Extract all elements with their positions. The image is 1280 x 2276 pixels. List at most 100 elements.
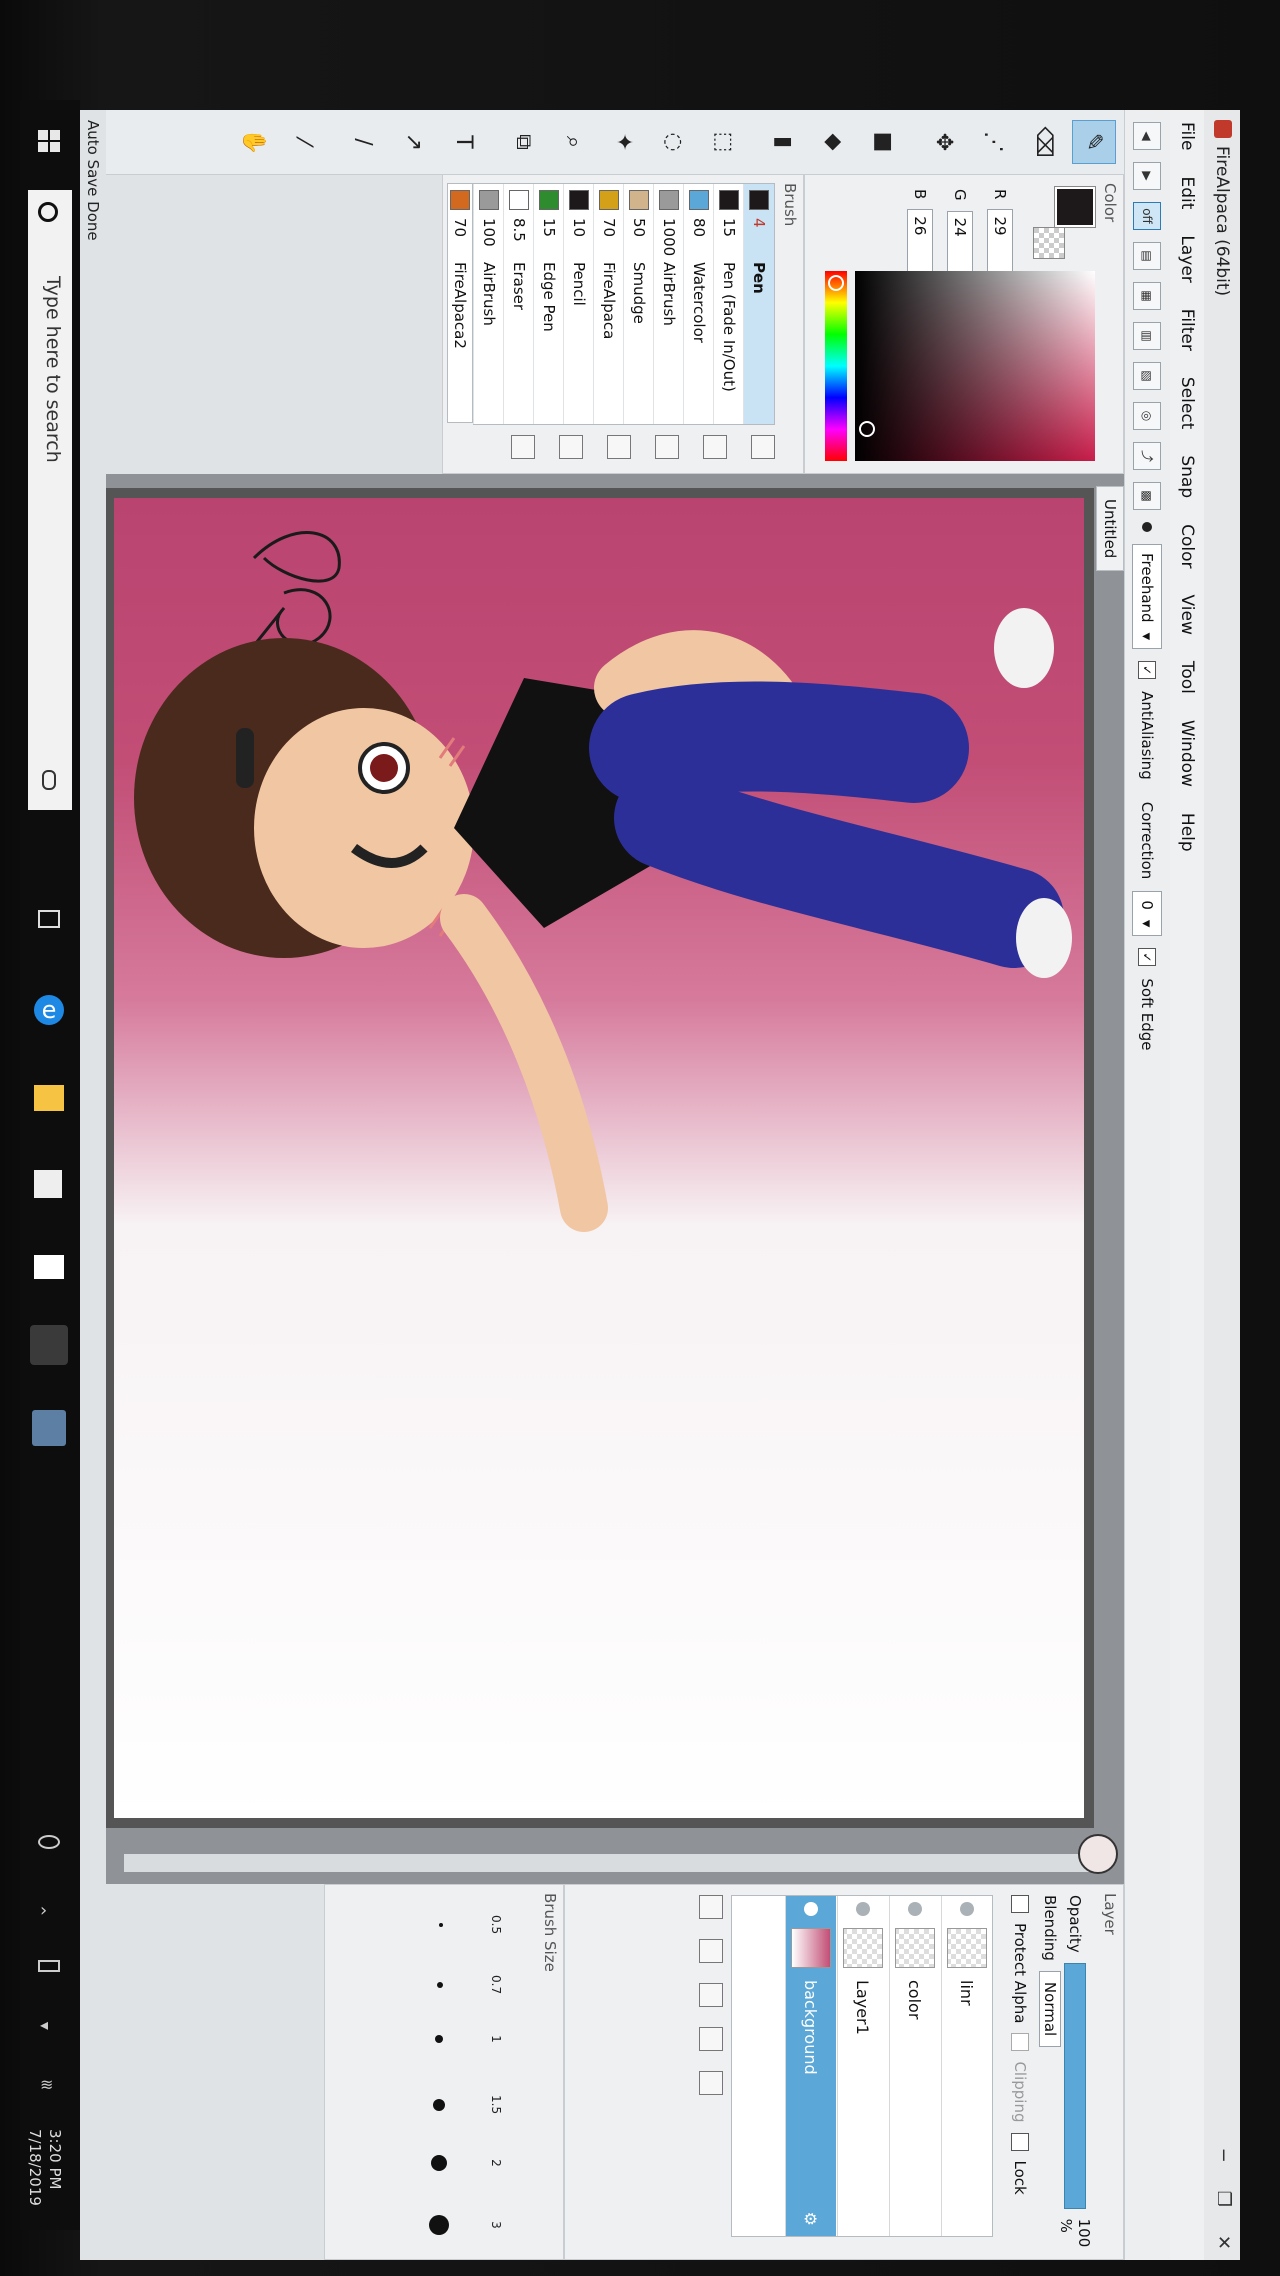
hue-slider[interactable]	[825, 271, 847, 461]
move-tool-icon[interactable]: ✥	[922, 120, 966, 164]
list-item[interactable]: 8.5 Eraser	[503, 184, 534, 424]
menu-edit[interactable]: Edit	[1177, 176, 1197, 209]
protect-alpha-checkbox[interactable]	[1011, 1895, 1029, 1913]
operation-tool-icon[interactable]: ↗	[392, 120, 436, 164]
brush-size-option[interactable]: 0.5	[439, 1915, 503, 1934]
clipping-checkbox[interactable]	[1011, 2033, 1029, 2052]
list-item[interactable]: 1000 AirBrush	[653, 184, 684, 424]
bucket-tool-icon[interactable]: ◆	[812, 120, 856, 164]
magic-wand-tool-icon[interactable]: ✦	[602, 120, 646, 164]
brush-size-option[interactable]: 0.7	[437, 1975, 503, 1994]
layer-row[interactable]: Layer1	[837, 1896, 888, 2236]
list-item[interactable]: 100 AirBrush	[473, 184, 504, 424]
soft-edge-checkbox[interactable]: ✓	[1138, 948, 1157, 967]
new-layer-8bit-icon[interactable]	[699, 1939, 723, 1963]
file-explorer-icon[interactable]	[34, 1085, 64, 1111]
navigator-avatar-icon[interactable]	[1078, 1834, 1118, 1874]
layer-row[interactable]: background ⚙	[785, 1896, 836, 2236]
list-item[interactable]: 15 Edge Pen	[533, 184, 564, 424]
close-button[interactable]: ✕	[1213, 2235, 1234, 2250]
eraser-tool-icon[interactable]: ⌫	[1022, 120, 1066, 164]
blending-select[interactable]: Normal	[1039, 1970, 1061, 2048]
java-icon[interactable]	[32, 1410, 66, 1446]
maximize-button[interactable]: ❐	[1213, 2191, 1234, 2207]
wifi-icon[interactable]: ≋	[40, 2075, 53, 2094]
redo-arrow-icon[interactable]: ▶	[1133, 162, 1162, 190]
brush-size-option[interactable]: 2	[431, 2155, 503, 2171]
primary-color-swatch[interactable]	[1054, 186, 1096, 228]
visibility-eye-icon[interactable]	[804, 1902, 818, 1916]
select-eraser-tool-icon[interactable]: ⧉	[502, 120, 546, 164]
tab-untitled[interactable]: Untitled	[1096, 486, 1124, 572]
stroke-mode-dropdown[interactable]: Freehand ▾	[1132, 544, 1163, 650]
menu-color[interactable]: Color	[1177, 524, 1197, 568]
divide-tool-icon[interactable]: ∕	[342, 120, 386, 164]
notification-chevron-icon[interactable]: ›	[40, 1900, 47, 1921]
canvas-scrollbar[interactable]	[124, 1854, 1104, 1872]
visibility-eye-icon[interactable]	[856, 1902, 870, 1916]
undo-arrow-icon[interactable]: ◀	[1133, 122, 1162, 150]
search-box[interactable]: Type here to search	[28, 190, 72, 810]
snap-curve-icon[interactable]: ⤴	[1133, 442, 1162, 470]
list-item[interactable]: 70 FireAlpaca	[593, 184, 624, 424]
hand-tool-icon[interactable]: ✋	[232, 120, 276, 164]
people-icon[interactable]	[38, 1835, 60, 1849]
layer-settings-gear-icon[interactable]: ⚙	[802, 2212, 821, 2226]
minimize-button[interactable]: −	[1213, 2148, 1234, 2163]
brush-settings-icon[interactable]	[703, 435, 727, 459]
delete-layer-icon[interactable]	[699, 2071, 723, 2095]
snap-circle-icon[interactable]: ◎	[1133, 402, 1162, 430]
task-view-icon[interactable]	[38, 910, 60, 928]
duplicate-layer-icon[interactable]	[699, 1983, 723, 2007]
b-input[interactable]: 26	[907, 209, 933, 274]
fill-rect-tool-icon[interactable]: ■	[862, 120, 906, 164]
visibility-eye-icon[interactable]	[960, 1902, 974, 1916]
select-pen-tool-icon[interactable]: ⌕	[552, 120, 596, 164]
add-brush-icon[interactable]	[751, 435, 775, 459]
mail-icon[interactable]	[34, 1255, 64, 1279]
menu-filter[interactable]: Filter	[1177, 309, 1197, 351]
snap-off-button[interactable]: off	[1133, 202, 1162, 230]
menu-help[interactable]: Help	[1177, 813, 1197, 852]
antialiasing-checkbox[interactable]: ✓	[1138, 661, 1157, 680]
opacity-slider[interactable]	[1064, 1962, 1086, 2209]
new-layer-icon[interactable]	[699, 1895, 723, 1919]
eyedropper-tool-icon[interactable]: ⁄	[282, 120, 326, 164]
list-item[interactable]: 70 FireAlpaca2	[447, 183, 473, 423]
layer-row[interactable]: linr	[941, 1896, 992, 2236]
brush-load-icon[interactable]	[607, 435, 631, 459]
menu-select[interactable]: Select	[1177, 377, 1197, 429]
lock-checkbox[interactable]	[1011, 2132, 1029, 2151]
brush-size-option[interactable]: 1.5	[433, 2095, 503, 2114]
menu-snap[interactable]: Snap	[1177, 455, 1197, 498]
snap-diagonal-icon[interactable]: ▧	[1133, 362, 1162, 390]
brush-size-option[interactable]: 3	[429, 2215, 503, 2235]
gradient-tool-icon[interactable]: ▮	[762, 120, 806, 164]
canvas[interactable]	[104, 488, 1094, 1828]
volume-icon[interactable]: ◂	[40, 2015, 48, 2034]
store-icon[interactable]	[34, 1170, 62, 1198]
snap-cross-icon[interactable]: ▥	[1133, 322, 1162, 350]
text-tool-icon[interactable]: T	[442, 120, 486, 164]
visibility-eye-icon[interactable]	[908, 1902, 922, 1916]
list-item[interactable]: 15 Pen (Fade In/Out)	[713, 184, 744, 424]
lasso-tool-icon[interactable]: ◌	[652, 120, 696, 164]
list-item[interactable]: 80 Watercolor	[683, 184, 714, 424]
menu-tool[interactable]: Tool	[1177, 661, 1197, 694]
list-item[interactable]: 50 Smudge	[623, 184, 654, 424]
menu-window[interactable]: Window	[1177, 720, 1197, 787]
menu-view[interactable]: View	[1177, 595, 1197, 635]
sv-cursor[interactable]	[859, 421, 875, 437]
brush-save-icon[interactable]	[655, 435, 679, 459]
merge-down-icon[interactable]	[699, 2027, 723, 2051]
delete-brush-icon[interactable]	[511, 435, 535, 459]
menu-file[interactable]: File	[1177, 122, 1197, 150]
list-item[interactable]: 10 Pencil	[563, 184, 594, 424]
transparent-color-swatch[interactable]	[1033, 227, 1065, 259]
hue-cursor[interactable]	[828, 275, 844, 291]
snap-perspective-icon[interactable]: ▩	[1133, 482, 1162, 510]
saturation-value-picker[interactable]	[855, 271, 1095, 461]
select-tool-icon[interactable]: ⬚	[702, 120, 746, 164]
pen-tool-icon[interactable]: ✎	[1072, 120, 1116, 164]
snap-parallel-icon[interactable]: ▤	[1133, 242, 1162, 270]
